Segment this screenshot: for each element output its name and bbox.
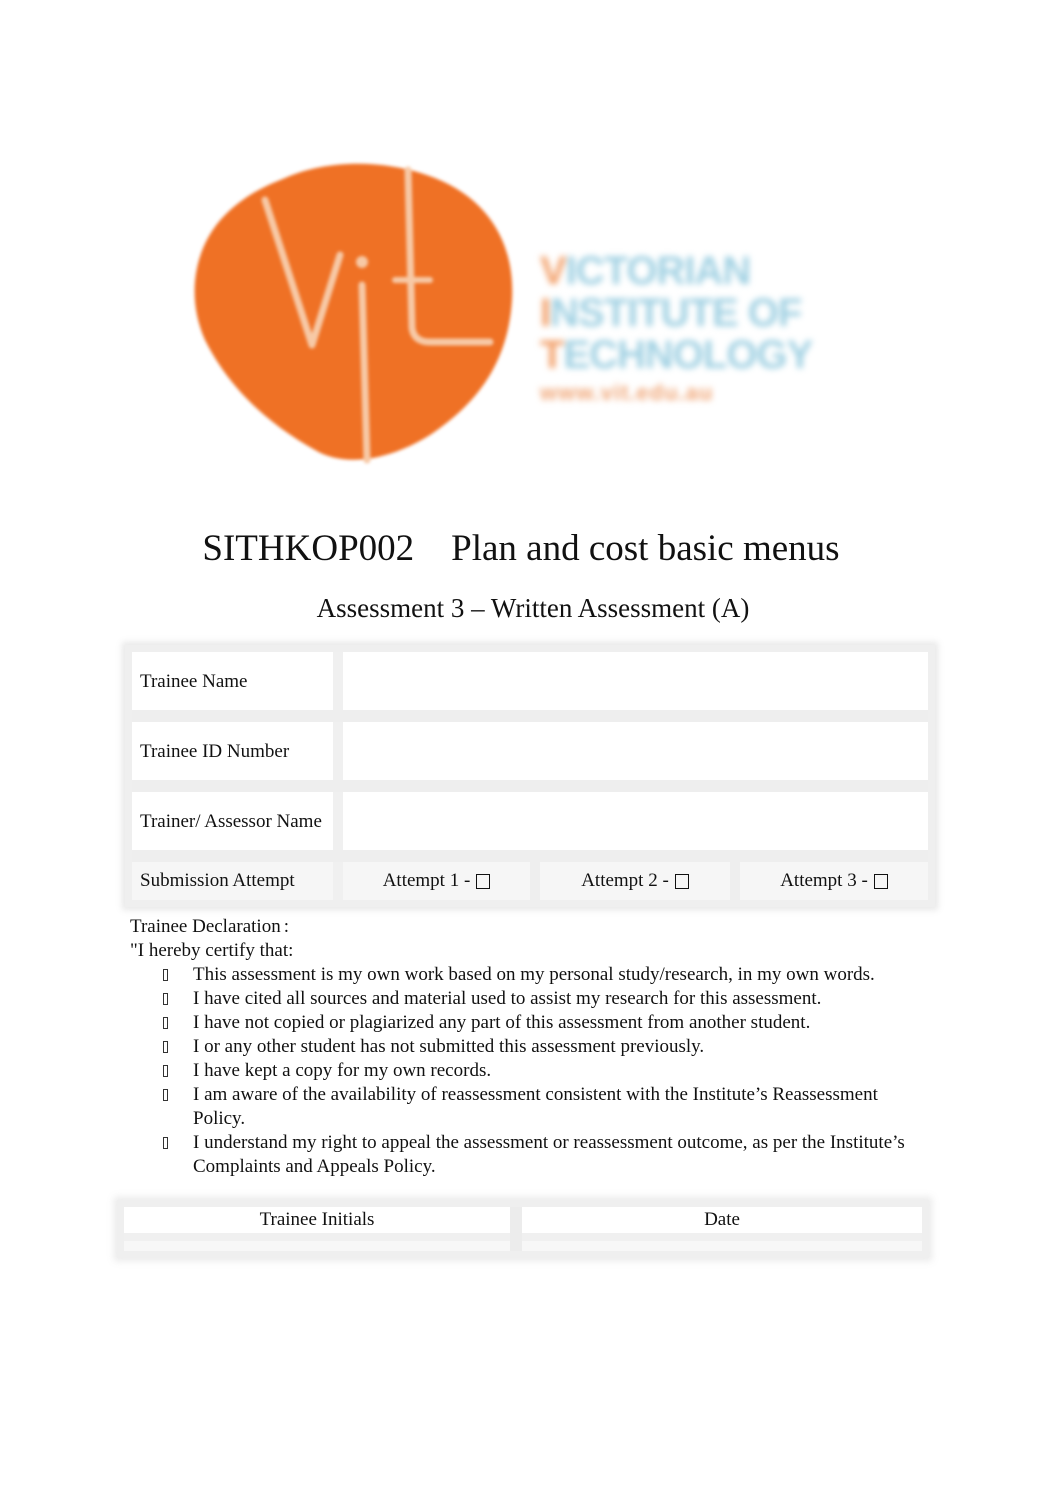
date-column: Date (522, 1207, 922, 1251)
declaration-intro: "I hereby certify that: (130, 940, 294, 961)
attempt-2-label: Attempt 2 - (581, 870, 669, 891)
vit-logo-mark-icon (194, 163, 513, 464)
declaration-list: This assessment is my own work based on … (130, 963, 930, 1179)
attempt-3-checkbox[interactable] (873, 873, 888, 889)
attempt-3-option[interactable]: Attempt 3 - (740, 862, 928, 900)
attempt-1-option[interactable]: Attempt 1 - (343, 862, 540, 900)
trainee-id-field[interactable] (343, 722, 928, 780)
trainee-name-label: Trainee Name (132, 652, 343, 710)
institute-logo: VICTORIAN INSTITUTE OF TECHNOLOGY www.vi… (190, 150, 850, 480)
attempt-2-option[interactable]: Attempt 2 - (540, 862, 740, 900)
assessor-name-row: Trainer/ Assessor Name (132, 792, 928, 862)
trainee-initials-label: Trainee Initials (124, 1207, 510, 1241)
list-item: This assessment is my own work based on … (130, 963, 930, 987)
trainee-info-table: Trainee Name Trainee ID Number Trainer/ … (125, 645, 935, 907)
trainee-id-row: Trainee ID Number (132, 722, 928, 792)
list-item: I have kept a copy for my own records. (130, 1059, 930, 1083)
list-item: I am aware of the availability of reasse… (130, 1083, 930, 1131)
bullet-icon (163, 969, 168, 981)
list-item: I or any other student has not submitted… (130, 1035, 930, 1059)
logo-blob (194, 163, 513, 460)
logo-line-1: VICTORIAN (540, 249, 751, 293)
bullet-icon (163, 1137, 168, 1149)
trainee-name-row: Trainee Name (132, 652, 928, 722)
attempt-1-checkbox[interactable] (476, 873, 491, 889)
logo-url: www.vit.edu.au (540, 380, 714, 405)
institute-name: VICTORIAN INSTITUTE OF TECHNOLOGY www.vi… (540, 250, 850, 408)
attempt-2-checkbox[interactable] (674, 873, 689, 889)
assessor-name-label: Trainer/ Assessor Name (132, 792, 343, 850)
submission-attempt-label: Submission Attempt (132, 862, 343, 900)
assessor-name-field[interactable] (343, 792, 928, 850)
bullet-icon (163, 1089, 168, 1101)
declaration-heading: Trainee Declaration: (130, 916, 289, 937)
date-label: Date (522, 1207, 922, 1241)
date-field[interactable] (522, 1241, 922, 1251)
logo-line-2: INSTITUTE OF (540, 291, 802, 335)
list-item: I understand my right to appeal the asse… (130, 1131, 930, 1179)
trainee-declaration: Trainee Declaration: "I hereby certify t… (130, 915, 930, 1179)
bullet-icon (163, 1017, 168, 1029)
bullet-icon (163, 1065, 168, 1077)
list-item: I have cited all sources and material us… (130, 987, 930, 1011)
page-subtitle: Assessment 3 – Written Assessment (A) (316, 593, 750, 623)
bullet-icon (163, 993, 168, 1005)
bullet-icon (163, 1041, 168, 1053)
submission-attempt-row: Submission Attempt Attempt 1 - Attempt 2… (132, 862, 928, 900)
signature-table: Trainee Initials Date (117, 1200, 929, 1258)
attempt-3-label: Attempt 3 - (780, 870, 868, 891)
page-title: SITHKOP002 Plan and cost basic menus (202, 528, 840, 569)
trainee-name-field[interactable] (343, 652, 928, 710)
trainee-id-label: Trainee ID Number (132, 722, 343, 780)
logo-line-3: TECHNOLOGY (540, 333, 813, 377)
attempt-1-label: Attempt 1 - (382, 870, 471, 891)
list-item: I have not copied or plagiarized any par… (130, 1011, 930, 1035)
trainee-initials-field[interactable] (124, 1241, 510, 1251)
trainee-initials-column: Trainee Initials (124, 1207, 522, 1251)
